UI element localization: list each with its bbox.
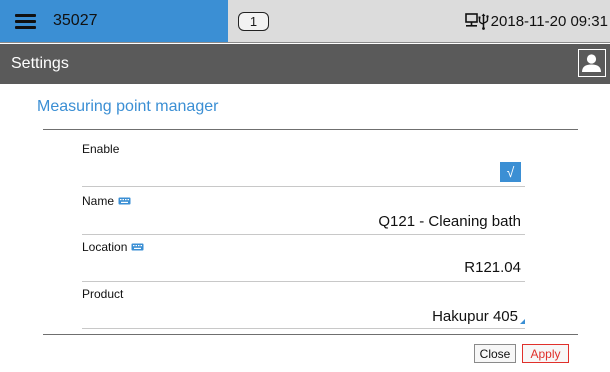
section-title: Measuring point manager <box>37 98 219 115</box>
field-underline <box>82 234 525 235</box>
name-label: Name <box>82 194 131 208</box>
product-field[interactable]: Product Hakupur 405 <box>82 287 525 329</box>
settings-header: Settings <box>0 44 610 84</box>
location-label: Location <box>82 240 144 254</box>
divider <box>43 129 578 130</box>
menu-icon[interactable] <box>15 13 36 29</box>
name-value: Q121 - Cleaning bath <box>378 213 521 230</box>
notification-panel: 1 <box>228 0 385 42</box>
apply-button[interactable]: Apply <box>522 344 569 363</box>
device-id: 35027 <box>53 12 98 29</box>
field-underline <box>82 328 525 329</box>
notification-badge[interactable]: 1 <box>238 11 269 31</box>
network-icon <box>464 13 478 29</box>
user-icon <box>582 54 601 72</box>
location-field[interactable]: Location R121.04 <box>82 240 525 282</box>
enable-checkbox[interactable]: √ <box>500 162 521 182</box>
field-underline <box>82 186 525 187</box>
keyboard-icon[interactable] <box>131 243 144 251</box>
divider <box>43 334 578 335</box>
product-label: Product <box>82 287 124 301</box>
top-status-bar: 35027 1 2018-11-20 09:31 <box>0 0 610 43</box>
datetime: 2018-11-20 09:31 <box>490 12 608 30</box>
close-button[interactable]: Close <box>474 344 516 363</box>
page-title: Settings <box>11 55 69 72</box>
field-underline <box>82 281 525 282</box>
product-value: Hakupur 405 <box>432 308 518 325</box>
check-icon: √ <box>506 164 515 180</box>
enable-field: Enable √ <box>82 142 525 187</box>
usb-icon <box>478 13 489 30</box>
device-panel: 35027 <box>0 0 228 42</box>
status-panel: 2018-11-20 09:31 <box>385 0 610 42</box>
keyboard-icon[interactable] <box>118 197 131 205</box>
user-button[interactable] <box>578 49 606 77</box>
product-select[interactable]: Hakupur 405 <box>432 308 525 325</box>
dropdown-indicator-icon <box>520 319 525 324</box>
location-value: R121.04 <box>464 259 521 276</box>
enable-label: Enable <box>82 142 120 156</box>
name-field[interactable]: Name Q121 - Cleaning bath <box>82 194 525 235</box>
